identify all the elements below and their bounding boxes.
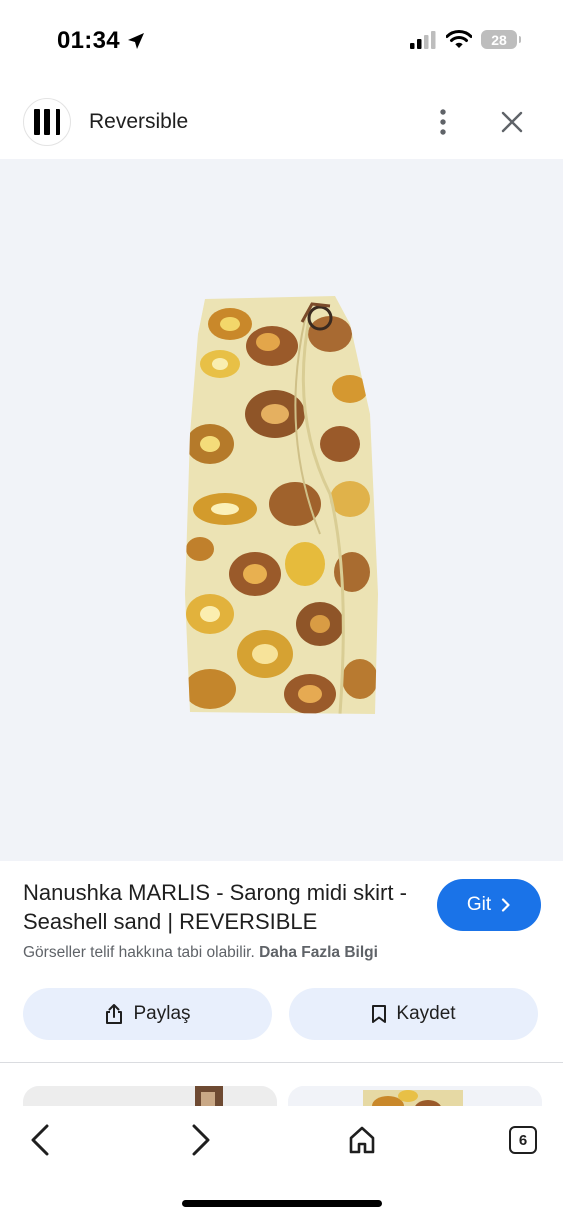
save-label: Kaydet — [396, 1003, 456, 1024]
home-indicator[interactable] — [182, 1200, 382, 1207]
more-options-button[interactable] — [427, 104, 459, 140]
status-icons: 28 — [409, 30, 521, 49]
time-text: 01:34 — [57, 27, 120, 54]
status-bar: 01:34 28 — [0, 0, 563, 84]
home-icon — [349, 1126, 375, 1154]
copyright-notice: Görseller telif hakkına tabi olabilir. D… — [23, 944, 378, 962]
share-label: Paylaş — [133, 1003, 191, 1024]
save-button[interactable]: Kaydet — [289, 988, 538, 1040]
tab-count: 6 — [518, 1131, 528, 1149]
lens-header: Reversible — [0, 92, 563, 152]
back-button[interactable] — [20, 1120, 60, 1160]
close-icon — [501, 111, 523, 133]
signal-icon — [410, 30, 436, 49]
tabs-button[interactable]: 6 — [503, 1120, 543, 1160]
product-image[interactable] — [180, 294, 380, 719]
forward-icon — [192, 1124, 210, 1156]
location-arrow-icon — [127, 33, 144, 49]
battery-level: 28 — [491, 31, 507, 48]
more-vert-icon — [440, 109, 446, 135]
learn-more-link[interactable]: Daha Fazla Bilgi — [259, 944, 378, 961]
battery-icon: 28 — [481, 30, 521, 49]
chevron-right-icon — [502, 898, 510, 912]
site-logo[interactable] — [23, 98, 71, 146]
close-button[interactable] — [494, 104, 530, 140]
back-icon — [31, 1124, 49, 1156]
divider — [0, 1062, 563, 1063]
tabs-icon: 6 — [509, 1126, 537, 1154]
reversible-logo-icon — [34, 109, 60, 135]
bookmark-icon — [372, 1005, 387, 1023]
forward-button[interactable] — [181, 1120, 221, 1160]
go-label: Git — [466, 894, 492, 915]
bottom-toolbar: 6 — [0, 1106, 563, 1219]
product-title[interactable]: Nanushka MARLIS - Sarong midi skirt - Se… — [23, 878, 418, 936]
home-button[interactable] — [342, 1120, 382, 1160]
share-icon — [106, 1004, 123, 1024]
share-button[interactable]: Paylaş — [23, 988, 272, 1040]
go-button[interactable]: Git — [437, 879, 541, 931]
image-preview-area[interactable] — [0, 159, 563, 861]
status-time: 01:34 — [57, 27, 146, 55]
copyright-text: Görseller telif hakkına tabi olabilir. — [23, 944, 255, 961]
site-name[interactable]: Reversible — [89, 110, 188, 134]
wifi-icon — [446, 30, 472, 48]
